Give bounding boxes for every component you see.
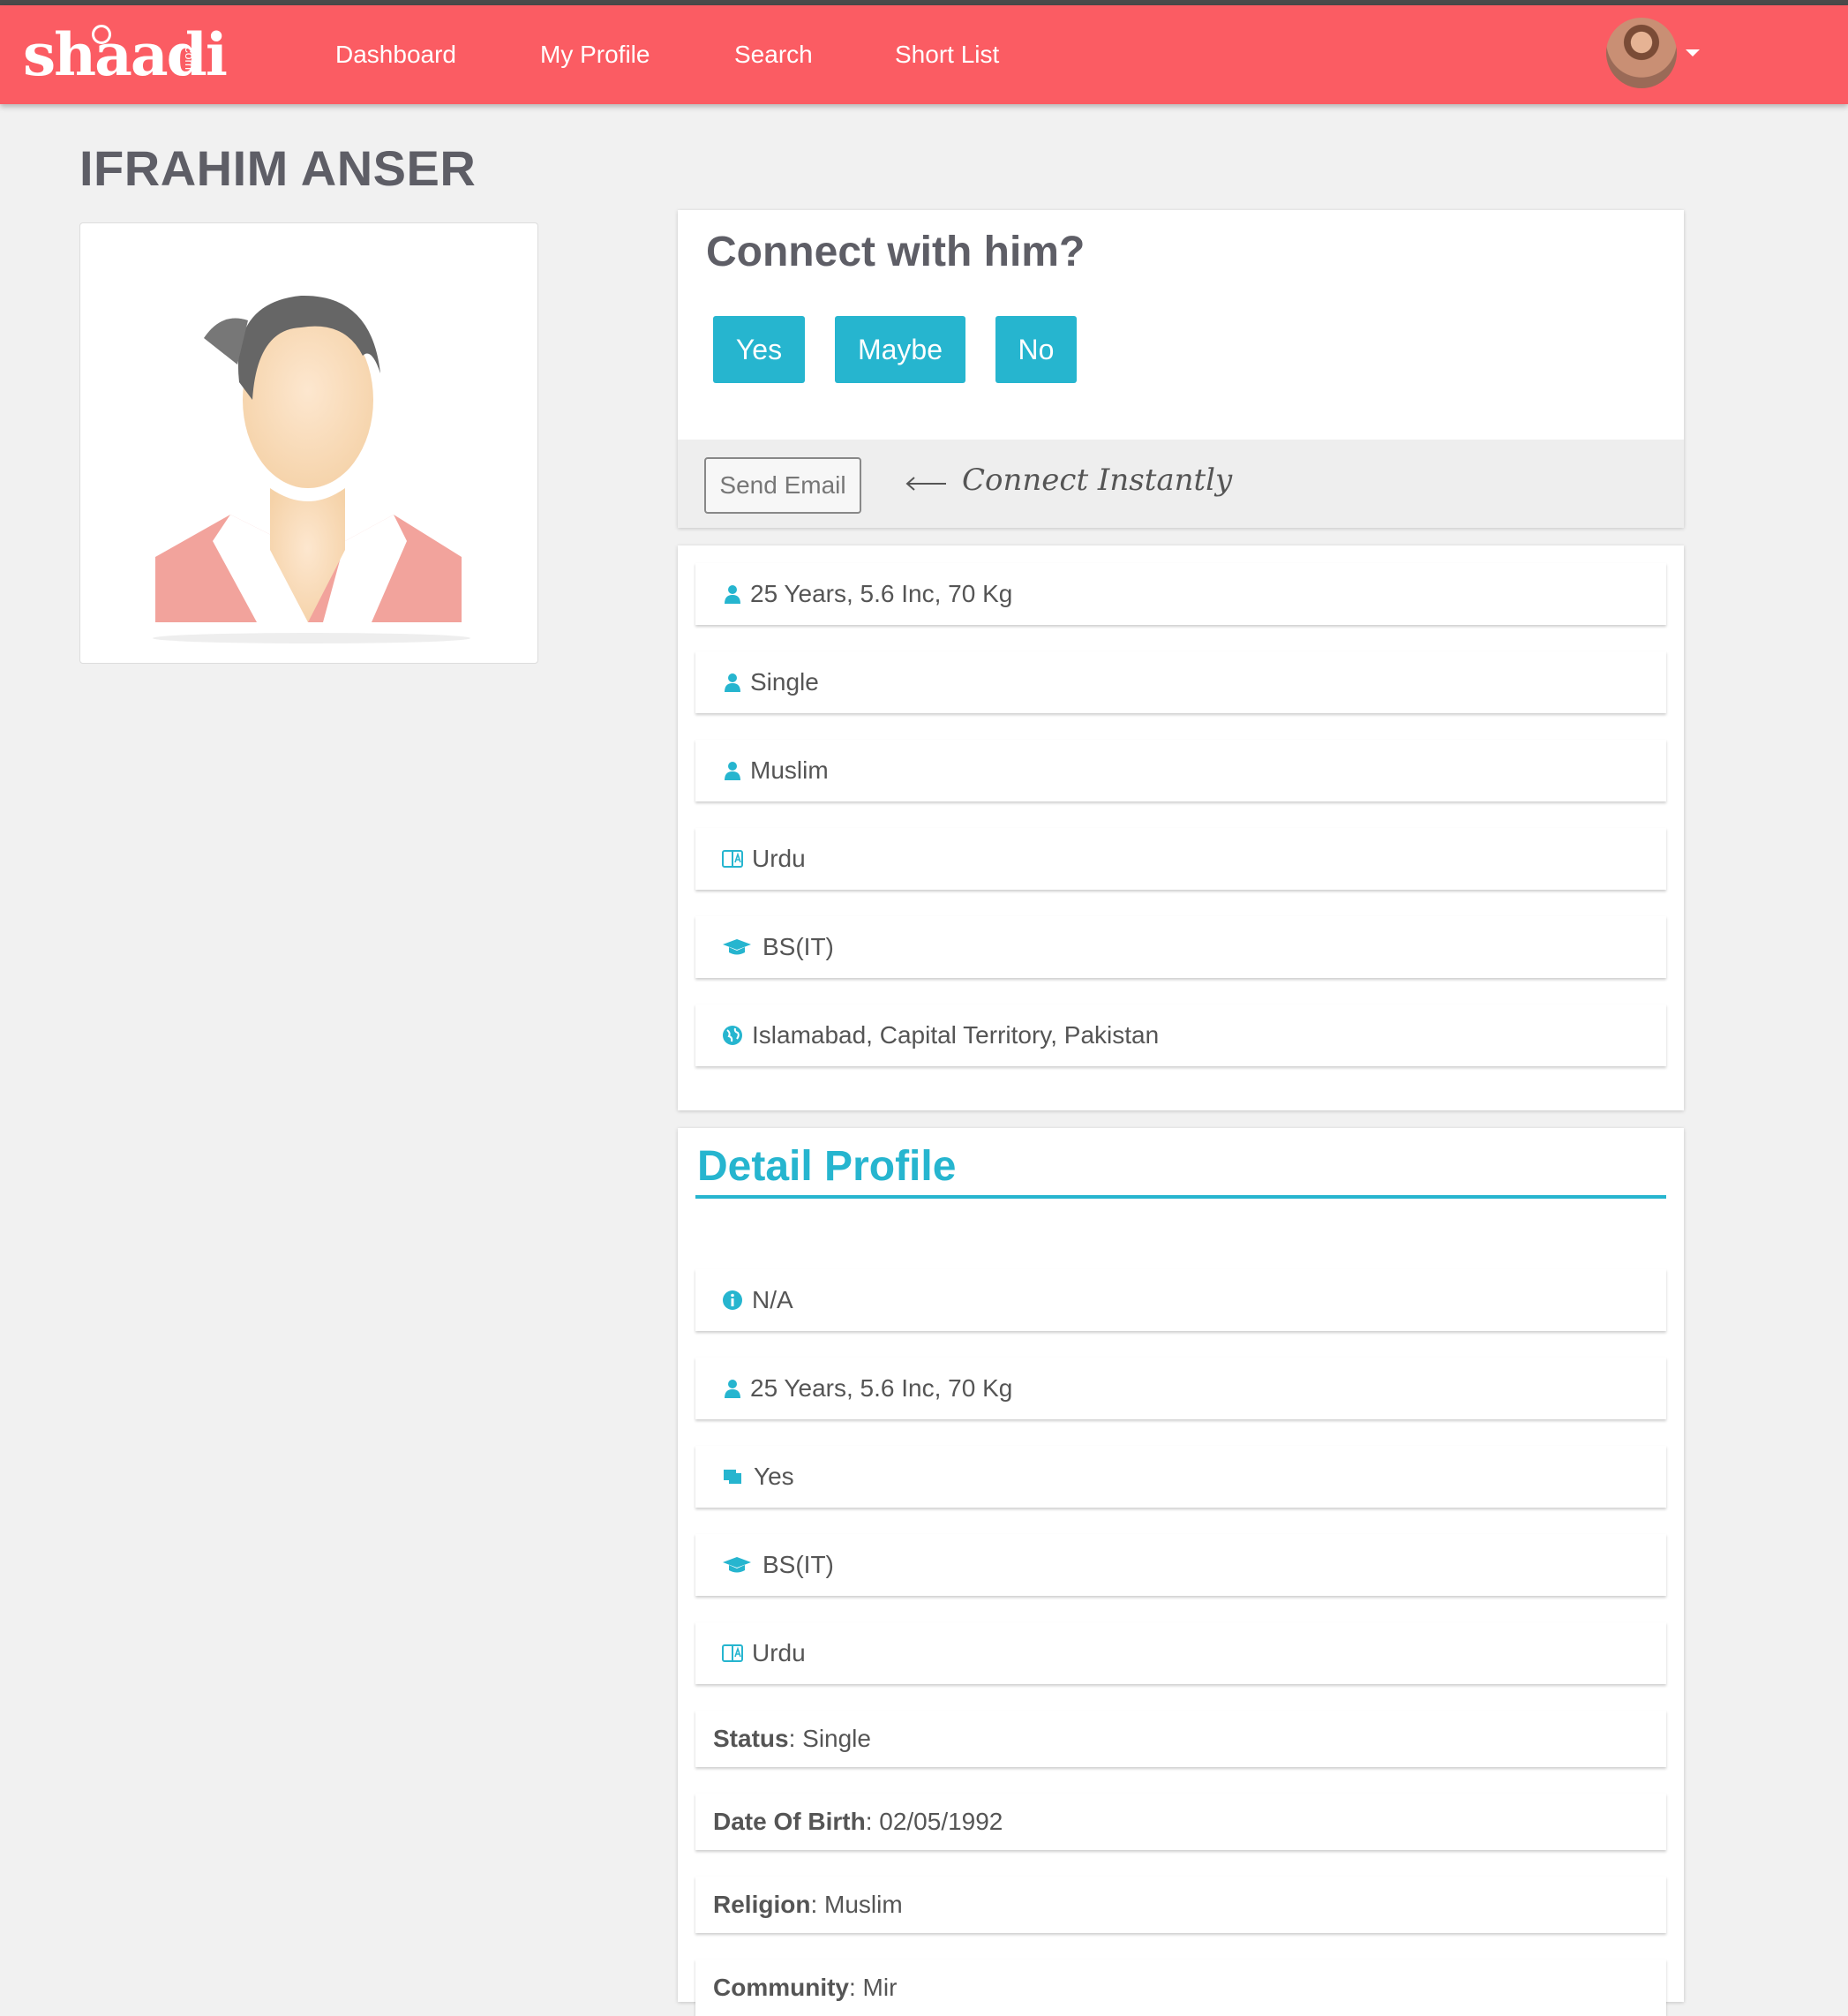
detail-field-dob: Date Of Birth: 02/05/1992 [695, 1794, 1666, 1850]
detail-profile-card: Detail Profile N/A 25 Years, 5.6 Inc, 70… [678, 1128, 1684, 2016]
yes-button[interactable]: Yes [713, 316, 805, 383]
field-value: : Muslim [810, 1891, 903, 1918]
user-icon [725, 762, 740, 780]
connect-title: Connect with him? [706, 229, 1086, 275]
field-label: Status [713, 1725, 789, 1752]
user-avatar[interactable] [1606, 18, 1677, 88]
summary-row: Single [695, 651, 1666, 713]
nav-dashboard[interactable]: Dashboard [335, 39, 456, 71]
field-label: Date Of Birth [713, 1808, 866, 1835]
field-label: Religion [713, 1891, 811, 1918]
connect-instantly-text: Connect Instantly [962, 463, 1233, 498]
detail-field-status: Status: Single [695, 1711, 1666, 1767]
nav-short-list[interactable]: Short List [895, 39, 999, 71]
summary-text: Islamabad, Capital Territory, Pakistan [752, 1021, 1160, 1049]
field-value: : Mir [849, 1974, 898, 2001]
connect-card: Connect with him? Yes Maybe No Send Emai… [678, 210, 1684, 528]
summary-row: BS(IT) [695, 916, 1666, 978]
nav-search[interactable]: Search [734, 39, 813, 71]
navbar: shaadi .com Dashboard My Profile Search … [0, 5, 1848, 104]
detail-row: Urdu [695, 1622, 1666, 1684]
language-icon [722, 850, 743, 868]
chevron-down-icon[interactable] [1686, 49, 1700, 56]
user-icon [725, 1380, 740, 1398]
logo-heart-icon [92, 25, 111, 44]
arrow-left-icon [905, 477, 946, 491]
user-icon [725, 673, 740, 692]
field-label: Community [713, 1974, 849, 2001]
briefcase-icon [724, 1470, 741, 1484]
summary-card: 25 Years, 5.6 Inc, 70 Kg Single Muslim U… [678, 545, 1684, 1110]
field-value: : 02/05/1992 [865, 1808, 1003, 1835]
info-icon [723, 1290, 742, 1310]
detail-divider [695, 1195, 1666, 1199]
detail-field-religion: Religion: Muslim [695, 1877, 1666, 1933]
summary-text: BS(IT) [762, 933, 834, 960]
graduation-cap-icon [723, 1557, 751, 1573]
user-icon [725, 585, 740, 604]
detail-row: BS(IT) [695, 1534, 1666, 1596]
summary-row: 25 Years, 5.6 Inc, 70 Kg [695, 563, 1666, 625]
language-icon [722, 1644, 743, 1662]
profile-photo-card [79, 222, 538, 664]
field-value: : Single [788, 1725, 871, 1752]
logo-suffix: .com [183, 42, 198, 71]
connect-footer: Send Email Connect Instantly [678, 440, 1684, 528]
detail-text: N/A [752, 1286, 793, 1313]
detail-field-community: Community: Mir [695, 1960, 1666, 2016]
summary-row: Urdu [695, 828, 1666, 890]
summary-row: Islamabad, Capital Territory, Pakistan [695, 1004, 1666, 1066]
detail-text: 25 Years, 5.6 Inc, 70 Kg [750, 1374, 1013, 1402]
summary-row: Muslim [695, 740, 1666, 801]
summary-text: Single [750, 668, 819, 696]
summary-text: Muslim [750, 756, 829, 784]
detail-row: 25 Years, 5.6 Inc, 70 Kg [695, 1358, 1666, 1419]
detail-row: Yes [695, 1446, 1666, 1508]
nav-my-profile[interactable]: My Profile [540, 39, 650, 71]
summary-text: Urdu [752, 845, 806, 872]
detail-text: Yes [754, 1463, 794, 1490]
summary-text: 25 Years, 5.6 Inc, 70 Kg [750, 580, 1013, 607]
detail-text: BS(IT) [762, 1551, 834, 1578]
no-button[interactable]: No [995, 316, 1077, 383]
profile-photo-placeholder [153, 295, 470, 643]
detail-text: Urdu [752, 1639, 806, 1666]
maybe-button[interactable]: Maybe [835, 316, 965, 383]
send-email-button[interactable]: Send Email [704, 457, 861, 514]
detail-row: N/A [695, 1269, 1666, 1331]
page-title: IFRAHIM ANSER [79, 140, 477, 196]
graduation-cap-icon [723, 939, 751, 955]
detail-profile-title: Detail Profile [697, 1143, 957, 1190]
globe-icon [723, 1026, 742, 1045]
